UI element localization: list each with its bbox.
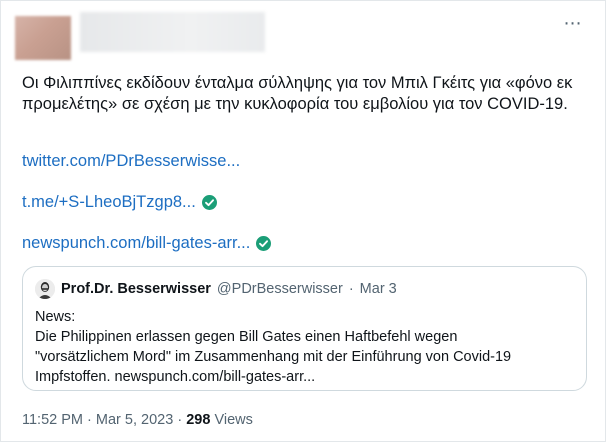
separator-dot: · (348, 281, 354, 297)
tweet-meta: 11:52 PM · Mar 5, 2023 · 298 Views (22, 412, 253, 428)
verified-check-icon (256, 236, 272, 251)
quoted-line: Die Philippinen erlassen gegen Bill Gate… (35, 329, 458, 345)
link-telegram[interactable]: t.me/+S-LheoBjTzgp8... (22, 193, 217, 212)
quoted-line: Impfstoffen. newspunch.com/bill-gates-ar… (35, 369, 316, 385)
quoted-line: "vorsätzlichem Mord" im Zusammenhang mit… (35, 349, 512, 365)
quoted-line: News: (35, 309, 76, 325)
tweet-date[interactable]: Mar 5, 2023 (96, 412, 173, 428)
author-name-blurred[interactable] (80, 12, 265, 52)
quoted-tweet-text: News: Die Philippinen erlassen gegen Bil… (35, 307, 575, 387)
quoted-author-name[interactable]: Prof.Dr. Besserwisser (61, 281, 211, 297)
separator-dot: · (177, 412, 183, 428)
views-label: Views (214, 412, 253, 428)
separator-dot: · (87, 412, 92, 428)
verified-check-icon (201, 195, 217, 210)
link-text[interactable]: t.me/+S-LheoBjTzgp8... (22, 193, 196, 212)
quoted-date[interactable]: Mar 3 (360, 281, 397, 297)
avatar[interactable] (15, 16, 71, 60)
portrait-icon (35, 279, 55, 299)
views-count: 298 (186, 412, 211, 428)
quoted-author-handle[interactable]: @PDrBesserwisser (217, 281, 343, 297)
link-text[interactable]: newspunch.com/bill-gates-arr... (22, 234, 250, 253)
link-newspunch[interactable]: newspunch.com/bill-gates-arr... (22, 234, 272, 253)
quoted-avatar[interactable] (35, 279, 55, 299)
link-twitter[interactable]: twitter.com/PDrBesserwisse... (22, 152, 240, 171)
more-options-icon[interactable]: ⋯ (563, 13, 583, 33)
tweet-text: Οι Φιλιππίνες εκδίδουν ένταλμα σύλληψης … (22, 74, 573, 113)
quoted-tweet-header: Prof.Dr. Besserwisser @PDrBesserwisser ·… (35, 279, 397, 299)
tweet-card: ⋯ Οι Φιλιππίνες εκδίδουν ένταλμα σύλληψη… (0, 0, 606, 442)
quoted-tweet[interactable]: Prof.Dr. Besserwisser @PDrBesserwisser ·… (22, 266, 587, 391)
link-text[interactable]: twitter.com/PDrBesserwisse... (22, 152, 240, 171)
tweet-time[interactable]: 11:52 PM (22, 412, 83, 428)
